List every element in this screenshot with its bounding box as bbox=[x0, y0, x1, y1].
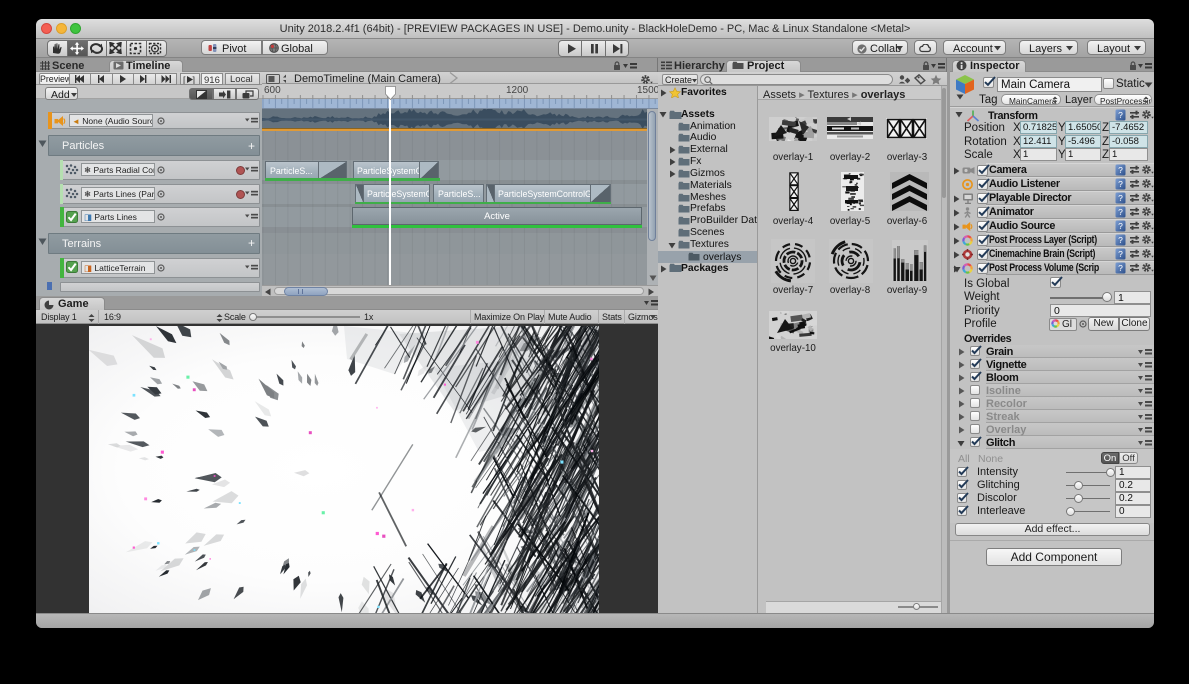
svg-text:?: ? bbox=[1118, 165, 1123, 175]
svg-text:?: ? bbox=[1118, 263, 1123, 273]
svg-text:?: ? bbox=[1118, 110, 1123, 120]
svg-text:?: ? bbox=[1118, 193, 1123, 203]
svg-text:]: ] bbox=[193, 75, 196, 84]
svg-text:?: ? bbox=[1118, 235, 1123, 245]
svg-text:?: ? bbox=[1118, 249, 1123, 259]
svg-text:?: ? bbox=[1118, 207, 1123, 217]
svg-text:?: ? bbox=[1118, 221, 1123, 231]
svg-text:?: ? bbox=[1118, 179, 1123, 189]
svg-text:[: [ bbox=[183, 75, 186, 84]
